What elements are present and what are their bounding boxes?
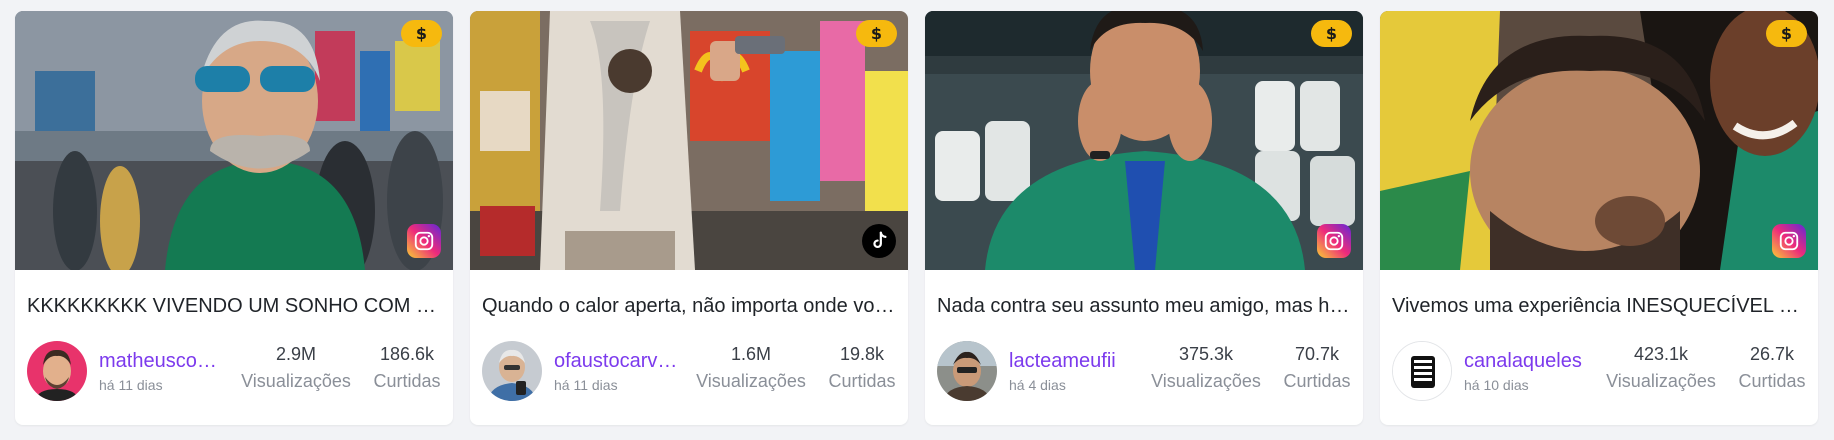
author-meta: canalaqueles há 10 dias — [1464, 350, 1588, 393]
likes-label: Curtidas — [373, 371, 441, 391]
monetized-badge: $ — [856, 20, 897, 47]
author-handle[interactable]: canalaqueles — [1464, 350, 1588, 373]
likes-count: 19.8k — [839, 344, 885, 364]
thumbnail-image — [15, 11, 453, 270]
likes-count: 26.7k — [1749, 344, 1795, 364]
likes-stat: 70.7k Curtidas — [1278, 344, 1356, 392]
video-thumbnail[interactable]: $ — [470, 11, 908, 270]
views-count: 423.1k — [1633, 344, 1689, 364]
monetized-badge: $ — [1311, 20, 1352, 47]
views-stat: 375.3k Visualizações — [1147, 344, 1265, 392]
avatar[interactable] — [937, 341, 997, 401]
post-age: há 11 dias — [554, 376, 618, 393]
likes-count: 186.6k — [379, 344, 435, 364]
thumbnail-image — [470, 11, 908, 270]
views-stat: 1.6M Visualizações — [692, 344, 810, 392]
video-thumbnail[interactable]: $ — [925, 11, 1363, 270]
likes-label: Curtidas — [1283, 371, 1351, 391]
video-card[interactable]: $ Nada contra seu assunto meu amigo, mas… — [925, 11, 1363, 425]
views-count: 375.3k — [1178, 344, 1234, 364]
author-handle[interactable]: ofaustocarvalho — [554, 350, 678, 373]
views-label: Visualizações — [1606, 371, 1716, 391]
avatar[interactable] — [1392, 341, 1452, 401]
author-info: canalaqueles há 10 dias — [1392, 341, 1588, 401]
video-title[interactable]: KKKKKKKKK VIVENDO UM SONHO COM GALERA — [27, 295, 443, 318]
views-label: Visualizações — [696, 371, 806, 391]
video-thumbnail[interactable]: $ — [1380, 11, 1818, 270]
views-stat: 423.1k Visualizações — [1602, 344, 1720, 392]
likes-stat: 26.7k Curtidas — [1733, 344, 1811, 392]
author-handle[interactable]: matheuscosta — [99, 350, 223, 373]
thumbnail-image — [1380, 11, 1818, 270]
monetized-badge: $ — [1766, 20, 1807, 47]
likes-count: 70.7k — [1294, 344, 1340, 364]
views-count: 1.6M — [730, 344, 772, 364]
likes-label: Curtidas — [828, 371, 896, 391]
video-thumbnail[interactable]: $ — [15, 11, 453, 270]
video-card[interactable]: $ Quando o calor aperta, não importa ond… — [470, 11, 908, 425]
author-meta: matheuscosta há 11 dias — [99, 350, 223, 393]
likes-stat: 186.6k Curtidas — [368, 344, 446, 392]
video-card[interactable]: $ Vivemos uma experiência INESQUECÍVEL n… — [1380, 11, 1818, 425]
post-age: há 11 dias — [99, 376, 163, 393]
video-title[interactable]: Vivemos uma experiência INESQUECÍVEL no … — [1392, 295, 1808, 318]
avatar[interactable] — [27, 341, 87, 401]
post-age: há 4 dias — [1009, 376, 1066, 393]
video-title[interactable]: Nada contra seu assunto meu amigo, mas h… — [937, 295, 1353, 318]
author-info: lacteameufii há 4 dias — [937, 341, 1133, 401]
views-count: 2.9M — [275, 344, 317, 364]
author-info: matheuscosta há 11 dias — [27, 341, 223, 401]
post-age: há 10 dias — [1464, 376, 1529, 393]
author-meta: lacteameufii há 4 dias — [1009, 350, 1133, 393]
views-stat: 2.9M Visualizações — [237, 344, 355, 392]
video-card-row: $ KKKKKKKKK VIVENDO UM SONHO COM GALERA … — [15, 11, 1818, 425]
author-handle[interactable]: lacteameufii — [1009, 350, 1133, 373]
video-card[interactable]: $ KKKKKKKKK VIVENDO UM SONHO COM GALERA … — [15, 11, 453, 425]
views-label: Visualizações — [1151, 371, 1261, 391]
instagram-icon — [407, 224, 441, 258]
likes-stat: 19.8k Curtidas — [823, 344, 901, 392]
monetized-badge: $ — [401, 20, 442, 47]
author-info: ofaustocarvalho há 11 dias — [482, 341, 678, 401]
likes-label: Curtidas — [1738, 371, 1806, 391]
instagram-icon — [1317, 224, 1351, 258]
instagram-icon — [1772, 224, 1806, 258]
views-label: Visualizações — [241, 371, 351, 391]
avatar[interactable] — [482, 341, 542, 401]
thumbnail-image — [925, 11, 1363, 270]
video-title[interactable]: Quando o calor aperta, não importa onde … — [482, 295, 898, 318]
tiktok-icon — [862, 224, 896, 258]
author-meta: ofaustocarvalho há 11 dias — [554, 350, 678, 393]
